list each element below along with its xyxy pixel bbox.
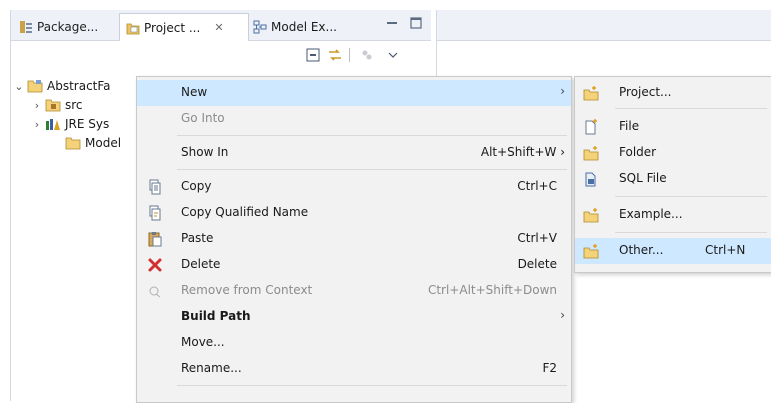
link-with-editor-icon[interactable] — [327, 47, 343, 63]
minimize-button[interactable] — [385, 16, 399, 30]
menu-item-remove-from-context[interactable]: Remove from Context Ctrl+Alt+Shift+Down — [137, 278, 571, 304]
project-folder-icon — [27, 79, 43, 93]
menu-item-label: Delete — [181, 257, 221, 271]
menu-item-label: Go Into — [181, 111, 225, 125]
view-menu-icon[interactable] — [385, 47, 401, 63]
submenu-arrow-icon: › — [560, 308, 565, 322]
menu-separator — [615, 108, 767, 109]
menu-separator — [615, 232, 767, 233]
filter-icon[interactable] — [359, 47, 375, 63]
tree-item-model[interactable]: Model — [65, 133, 121, 153]
tab-model-explorer[interactable]: Model Ex... — [247, 13, 353, 40]
menu-item-label: Folder — [619, 145, 657, 159]
submenu-item-file[interactable]: File — [575, 114, 771, 140]
close-icon[interactable]: ✕ — [214, 21, 223, 34]
tab-package-explorer[interactable]: Package... — [13, 13, 119, 40]
tree-item-project[interactable]: ⌄ AbstractFa — [13, 76, 111, 96]
menu-item-label: Rename... — [181, 361, 242, 375]
menu-item-accelerator: Ctrl+N — [705, 243, 746, 257]
maximize-button[interactable] — [409, 16, 423, 30]
editor-tab-bar — [437, 10, 771, 41]
menu-item-build-path[interactable]: Build Path › — [137, 304, 571, 330]
menu-item-label: Remove from Context — [181, 283, 313, 297]
context-menu: New › Go Into Show In Alt+Shift+W › Copy… — [136, 76, 572, 403]
menu-item-accelerator: Delete — [517, 257, 557, 271]
new-example-icon — [583, 207, 599, 223]
tab-label: Model Ex... — [271, 19, 337, 34]
tab-label: Project ... — [144, 20, 201, 35]
tree-item-label: JRE Sys — [65, 117, 110, 131]
new-folder-icon — [583, 145, 599, 161]
menu-item-accelerator: Ctrl+V — [517, 231, 557, 245]
new-file-icon — [583, 119, 599, 135]
menu-separator — [177, 169, 567, 170]
submenu-item-sql-file[interactable]: SQL File — [575, 166, 771, 192]
menu-item-label: Move... — [181, 335, 225, 349]
menu-separator — [615, 196, 767, 197]
menu-item-copy-qualified-name[interactable]: Copy Qualified Name — [137, 200, 571, 226]
menu-item-label: Show In — [181, 145, 229, 159]
tree-item-src[interactable]: › src — [31, 95, 83, 115]
model-explorer-icon — [253, 20, 267, 34]
tree-item-label: Model — [85, 136, 122, 150]
chevron-down-icon[interactable]: ⌄ — [13, 80, 25, 93]
menu-item-accelerator: Ctrl+Alt+Shift+Down — [427, 283, 557, 297]
menu-item-label: File — [619, 119, 640, 133]
menu-item-label: Paste — [181, 231, 214, 245]
new-submenu: Project... File Folder SQL File Example.… — [574, 76, 771, 273]
menu-item-new[interactable]: New › — [137, 80, 571, 106]
submenu-arrow-icon: › — [560, 84, 565, 98]
menu-item-rename[interactable]: Rename... F2 — [137, 356, 571, 382]
menu-item-copy[interactable]: Copy Ctrl+C — [137, 174, 571, 200]
submenu-item-folder[interactable]: Folder — [575, 140, 771, 166]
view-tab-bar: Package... Project ... ✕ Model Ex... — [11, 10, 431, 41]
menu-item-label: Example... — [619, 207, 683, 221]
submenu-item-other[interactable]: Other... Ctrl+N — [575, 238, 771, 264]
new-project-icon — [583, 85, 599, 101]
menu-separator — [177, 385, 567, 386]
maximize-icon — [410, 17, 422, 29]
collapse-all-icon[interactable] — [305, 47, 321, 63]
copy-qualified-name-icon — [147, 205, 163, 221]
library-icon — [45, 117, 61, 131]
new-other-icon — [583, 243, 599, 259]
tree-item-label: AbstractFa — [47, 79, 111, 93]
menu-item-accelerator: Alt+Shift+W › — [480, 145, 565, 159]
chevron-right-icon[interactable]: › — [31, 118, 43, 131]
copy-icon — [147, 179, 163, 195]
package-explorer-icon — [19, 20, 33, 34]
menu-item-label: Build Path — [181, 309, 251, 323]
menu-item-label: Project... — [619, 85, 672, 99]
menu-item-accelerator: F2 — [542, 361, 557, 375]
folder-icon — [65, 136, 81, 150]
remove-from-context-icon — [147, 283, 163, 299]
menu-item-label: Copy — [181, 179, 212, 193]
paste-icon — [147, 231, 163, 247]
menu-item-label: Copy Qualified Name — [181, 205, 309, 219]
delete-icon — [147, 257, 163, 273]
project-explorer-icon — [126, 21, 140, 35]
chevron-right-icon[interactable]: › — [31, 99, 43, 112]
menu-item-go-into[interactable]: Go Into — [137, 106, 571, 132]
menu-item-label: New — [181, 85, 208, 99]
minimize-icon — [387, 22, 397, 24]
tree-item-jre[interactable]: › JRE Sys — [31, 114, 109, 134]
view-toolbar — [301, 42, 431, 68]
menu-separator — [177, 135, 567, 136]
submenu-item-project[interactable]: Project... — [575, 80, 771, 106]
tab-project-explorer[interactable]: Project ... ✕ — [119, 13, 249, 41]
menu-item-move[interactable]: Move... — [137, 330, 571, 356]
menu-item-label: SQL File — [619, 171, 667, 185]
sql-file-icon — [583, 171, 599, 187]
tree-item-label: src — [65, 98, 83, 112]
menu-item-paste[interactable]: Paste Ctrl+V — [137, 226, 571, 252]
source-folder-icon — [45, 98, 61, 112]
toolbar-separator — [349, 48, 350, 62]
menu-item-accelerator: Ctrl+C — [517, 179, 557, 193]
submenu-item-example[interactable]: Example... — [575, 202, 771, 228]
menu-item-show-in[interactable]: Show In Alt+Shift+W › — [137, 140, 571, 166]
menu-item-label: Other... — [619, 243, 664, 257]
tab-label: Package... — [37, 19, 99, 34]
menu-item-delete[interactable]: Delete Delete — [137, 252, 571, 278]
